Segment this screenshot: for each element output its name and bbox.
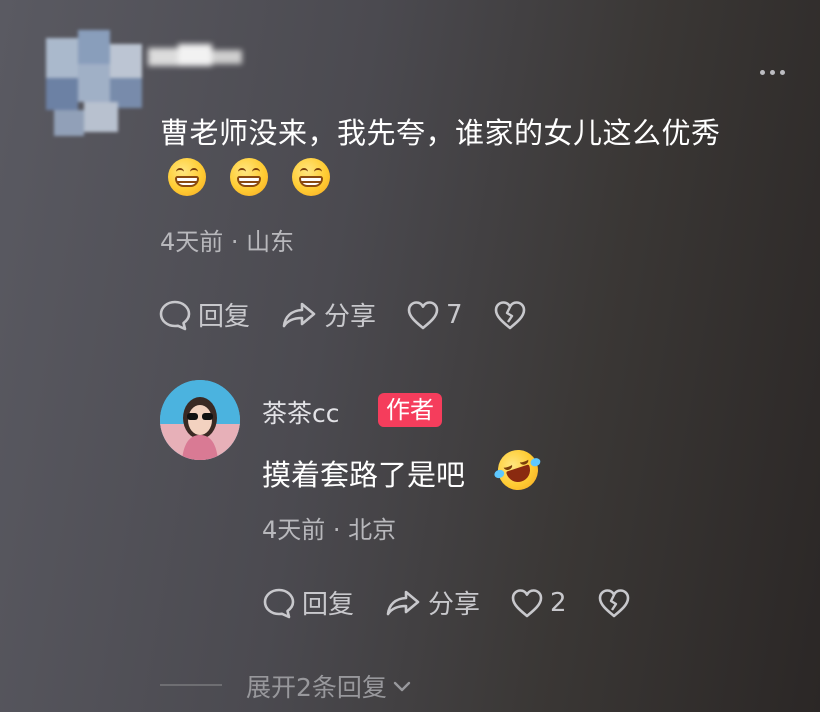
like-count: 7 <box>446 299 463 330</box>
reply-actions: 回复 分享 2 <box>262 584 661 621</box>
reply-button[interactable]: 回复 <box>158 296 250 333</box>
reply-text: 摸着套路了是吧 <box>262 458 466 492</box>
commenter-name-blurred[interactable] <box>148 42 244 74</box>
reply-meta: 4天前 · 北京 <box>262 516 397 544</box>
author-avatar[interactable] <box>160 380 240 460</box>
author-avatar-image <box>160 380 240 460</box>
comment-emoji-row <box>168 158 330 196</box>
grinning-face-icon <box>230 158 268 196</box>
author-badge: 作者 <box>378 393 442 427</box>
share-arrow-icon <box>386 590 420 615</box>
reply-label: 回复 <box>302 590 355 620</box>
expand-divider <box>160 684 222 686</box>
author-name[interactable]: 茶茶cc <box>262 394 340 430</box>
more-options-icon[interactable] <box>760 70 785 75</box>
rolling-laughing-icon <box>492 444 544 496</box>
expand-replies-label: 展开2条回复 <box>246 673 387 702</box>
heart-icon <box>407 300 439 329</box>
share-button[interactable]: 分享 <box>280 296 376 333</box>
grinning-face-icon <box>292 158 330 196</box>
reply-label: 回复 <box>198 302 251 332</box>
like-button[interactable]: 2 <box>510 587 567 619</box>
like-count: 2 <box>550 587 567 618</box>
share-arrow-icon <box>282 302 316 327</box>
like-button[interactable]: 7 <box>406 299 463 331</box>
expand-replies-button[interactable]: 展开2条回复 <box>246 668 413 704</box>
broken-heart-icon <box>598 588 629 617</box>
share-label: 分享 <box>324 302 377 332</box>
comment-bubble-icon <box>263 588 295 618</box>
comment-text: 曹老师没来，我先夸，谁家的女儿这么优秀 <box>160 116 721 150</box>
dislike-button[interactable] <box>493 299 527 331</box>
comment-actions: 回复 分享 7 <box>158 296 557 333</box>
reply-button[interactable]: 回复 <box>262 584 354 621</box>
dislike-button[interactable] <box>597 587 631 619</box>
heart-icon <box>511 588 543 617</box>
share-label: 分享 <box>428 590 481 620</box>
chevron-down-icon <box>393 681 411 692</box>
commenter-avatar-blurred[interactable] <box>46 30 142 138</box>
share-button[interactable]: 分享 <box>384 584 480 621</box>
comment-meta: 4天前 · 山东 <box>160 228 295 256</box>
comment-bubble-icon <box>159 300 191 330</box>
broken-heart-icon <box>494 300 525 329</box>
grinning-face-icon <box>168 158 206 196</box>
